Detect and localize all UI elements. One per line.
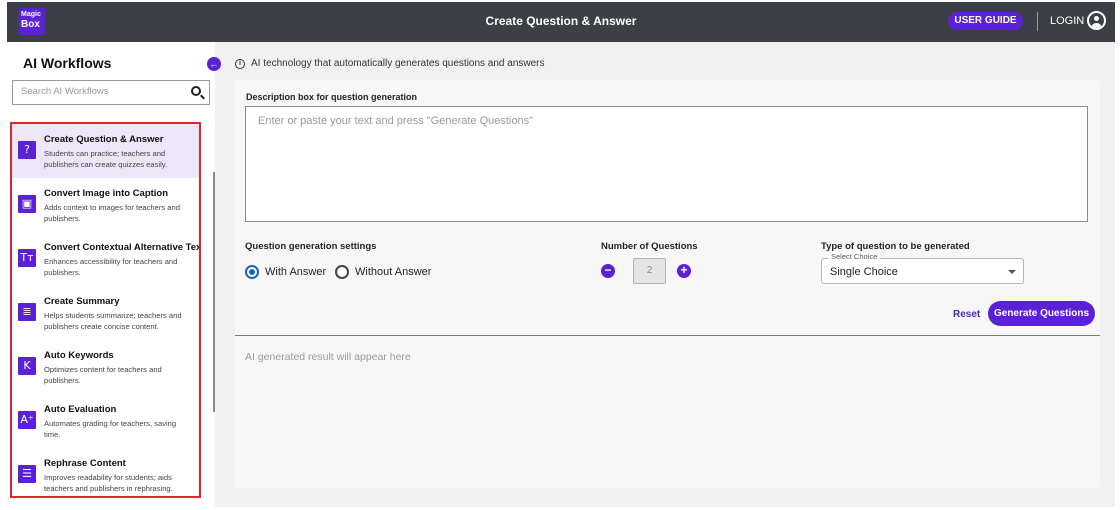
header-divider <box>1037 12 1038 31</box>
workflow-title: Auto Evaluation <box>44 404 117 415</box>
workflow-description: Automates grading for teachers, saving t… <box>44 419 177 439</box>
select-value: Single Choice <box>830 266 898 278</box>
workflow-icon: Tт <box>18 249 36 267</box>
select-legend: Select Choice <box>828 252 881 261</box>
result-placeholder: AI generated result will appear here <box>245 351 411 363</box>
info-icon: i <box>235 59 245 69</box>
search-input[interactable] <box>21 86 181 97</box>
workflow-icon: ▣ <box>18 195 36 213</box>
question-generator-panel: Description box for question generation … <box>235 80 1100 488</box>
generate-questions-button[interactable]: Generate Questions <box>988 301 1095 326</box>
workflow-title: Create Summary <box>44 296 120 307</box>
workflow-icon: K <box>18 357 36 375</box>
description-textarea[interactable] <box>245 106 1088 222</box>
login-button[interactable]: LOGIN <box>1050 15 1084 27</box>
decrement-button[interactable]: − <box>601 264 615 278</box>
workflow-item[interactable]: ? Create Question & Answer Students can pr… <box>12 124 199 178</box>
workflow-title: Rephrase Content <box>44 458 126 469</box>
with-answer-radio[interactable] <box>245 265 259 279</box>
without-answer-radio[interactable] <box>335 265 349 279</box>
result-divider <box>235 335 1100 336</box>
number-of-questions-label: Number of Questions <box>601 241 698 252</box>
description-label: Description box for question generation <box>246 92 418 102</box>
with-answer-label[interactable]: With Answer <box>265 266 326 278</box>
workflow-description: Enhances accessibility for teachers and … <box>44 257 178 277</box>
user-account-icon[interactable] <box>1087 11 1106 30</box>
workflow-title: Create Question & Answer <box>44 134 164 145</box>
app-window: Magic Box Create Question & Answer USER … <box>7 2 1115 507</box>
workflow-sidebar: AI Workflows ? Create Question & Answer St… <box>7 42 215 507</box>
settings-label: Question generation settings <box>245 241 377 252</box>
workflow-item[interactable]: ≣ Create Summary Helps students summarize;… <box>12 286 199 340</box>
workflow-item[interactable]: ☰ Rephrase Content Improves readability fo… <box>12 448 199 496</box>
workflow-icon: A⁺ <box>18 411 36 429</box>
workflow-icon: ☰ <box>18 465 36 483</box>
workflow-description: Helps students summarize; teachers and p… <box>44 311 182 331</box>
workflow-item[interactable]: A⁺ Auto Evaluation Automates grading for t… <box>12 394 199 448</box>
workflow-title: Auto Keywords <box>44 350 114 361</box>
question-type-select[interactable]: Select Choice Single Choice <box>821 252 1024 284</box>
increment-button[interactable]: + <box>677 264 691 278</box>
workflow-description: Adds context to images for teachers and … <box>44 203 180 223</box>
user-guide-button[interactable]: USER GUIDE <box>948 12 1023 30</box>
workflow-item[interactable]: K Auto Keywords Optimizes content for teac… <box>12 340 199 394</box>
workflow-list: ? Create Question & Answer Students can pr… <box>10 122 201 498</box>
info-text: AI technology that automatically generat… <box>251 58 545 69</box>
workflow-description: Students can practice; teachers and publ… <box>44 149 168 169</box>
question-type-label: Type of question to be generated <box>821 241 970 252</box>
workflow-item[interactable]: Tт Convert Contextual Alternative Text Enh… <box>12 232 199 286</box>
sidebar-title: AI Workflows <box>23 55 112 71</box>
workflow-search <box>12 80 210 105</box>
top-bar: Magic Box Create Question & Answer USER … <box>7 2 1115 42</box>
question-count-field[interactable]: 2 <box>633 258 666 284</box>
search-icon[interactable] <box>191 86 201 96</box>
workflow-icon: ≣ <box>18 303 36 321</box>
workflow-title: Convert Image into Caption <box>44 188 169 199</box>
workflow-description: Optimizes content for teachers and publi… <box>44 365 162 385</box>
workflow-description: Improves readability for students; aids … <box>44 473 173 493</box>
collapse-sidebar-button[interactable]: ← <box>207 57 221 71</box>
workflow-item[interactable]: ▣ Convert Image into Caption Adds context … <box>12 178 199 232</box>
chevron-down-icon <box>1008 270 1016 274</box>
reset-button[interactable]: Reset <box>953 309 980 320</box>
without-answer-label[interactable]: Without Answer <box>355 266 431 278</box>
workflow-title: Convert Contextual Alternative Text <box>44 242 201 253</box>
workflow-icon: ? <box>18 141 36 159</box>
sidebar-scrollbar[interactable] <box>213 172 215 412</box>
